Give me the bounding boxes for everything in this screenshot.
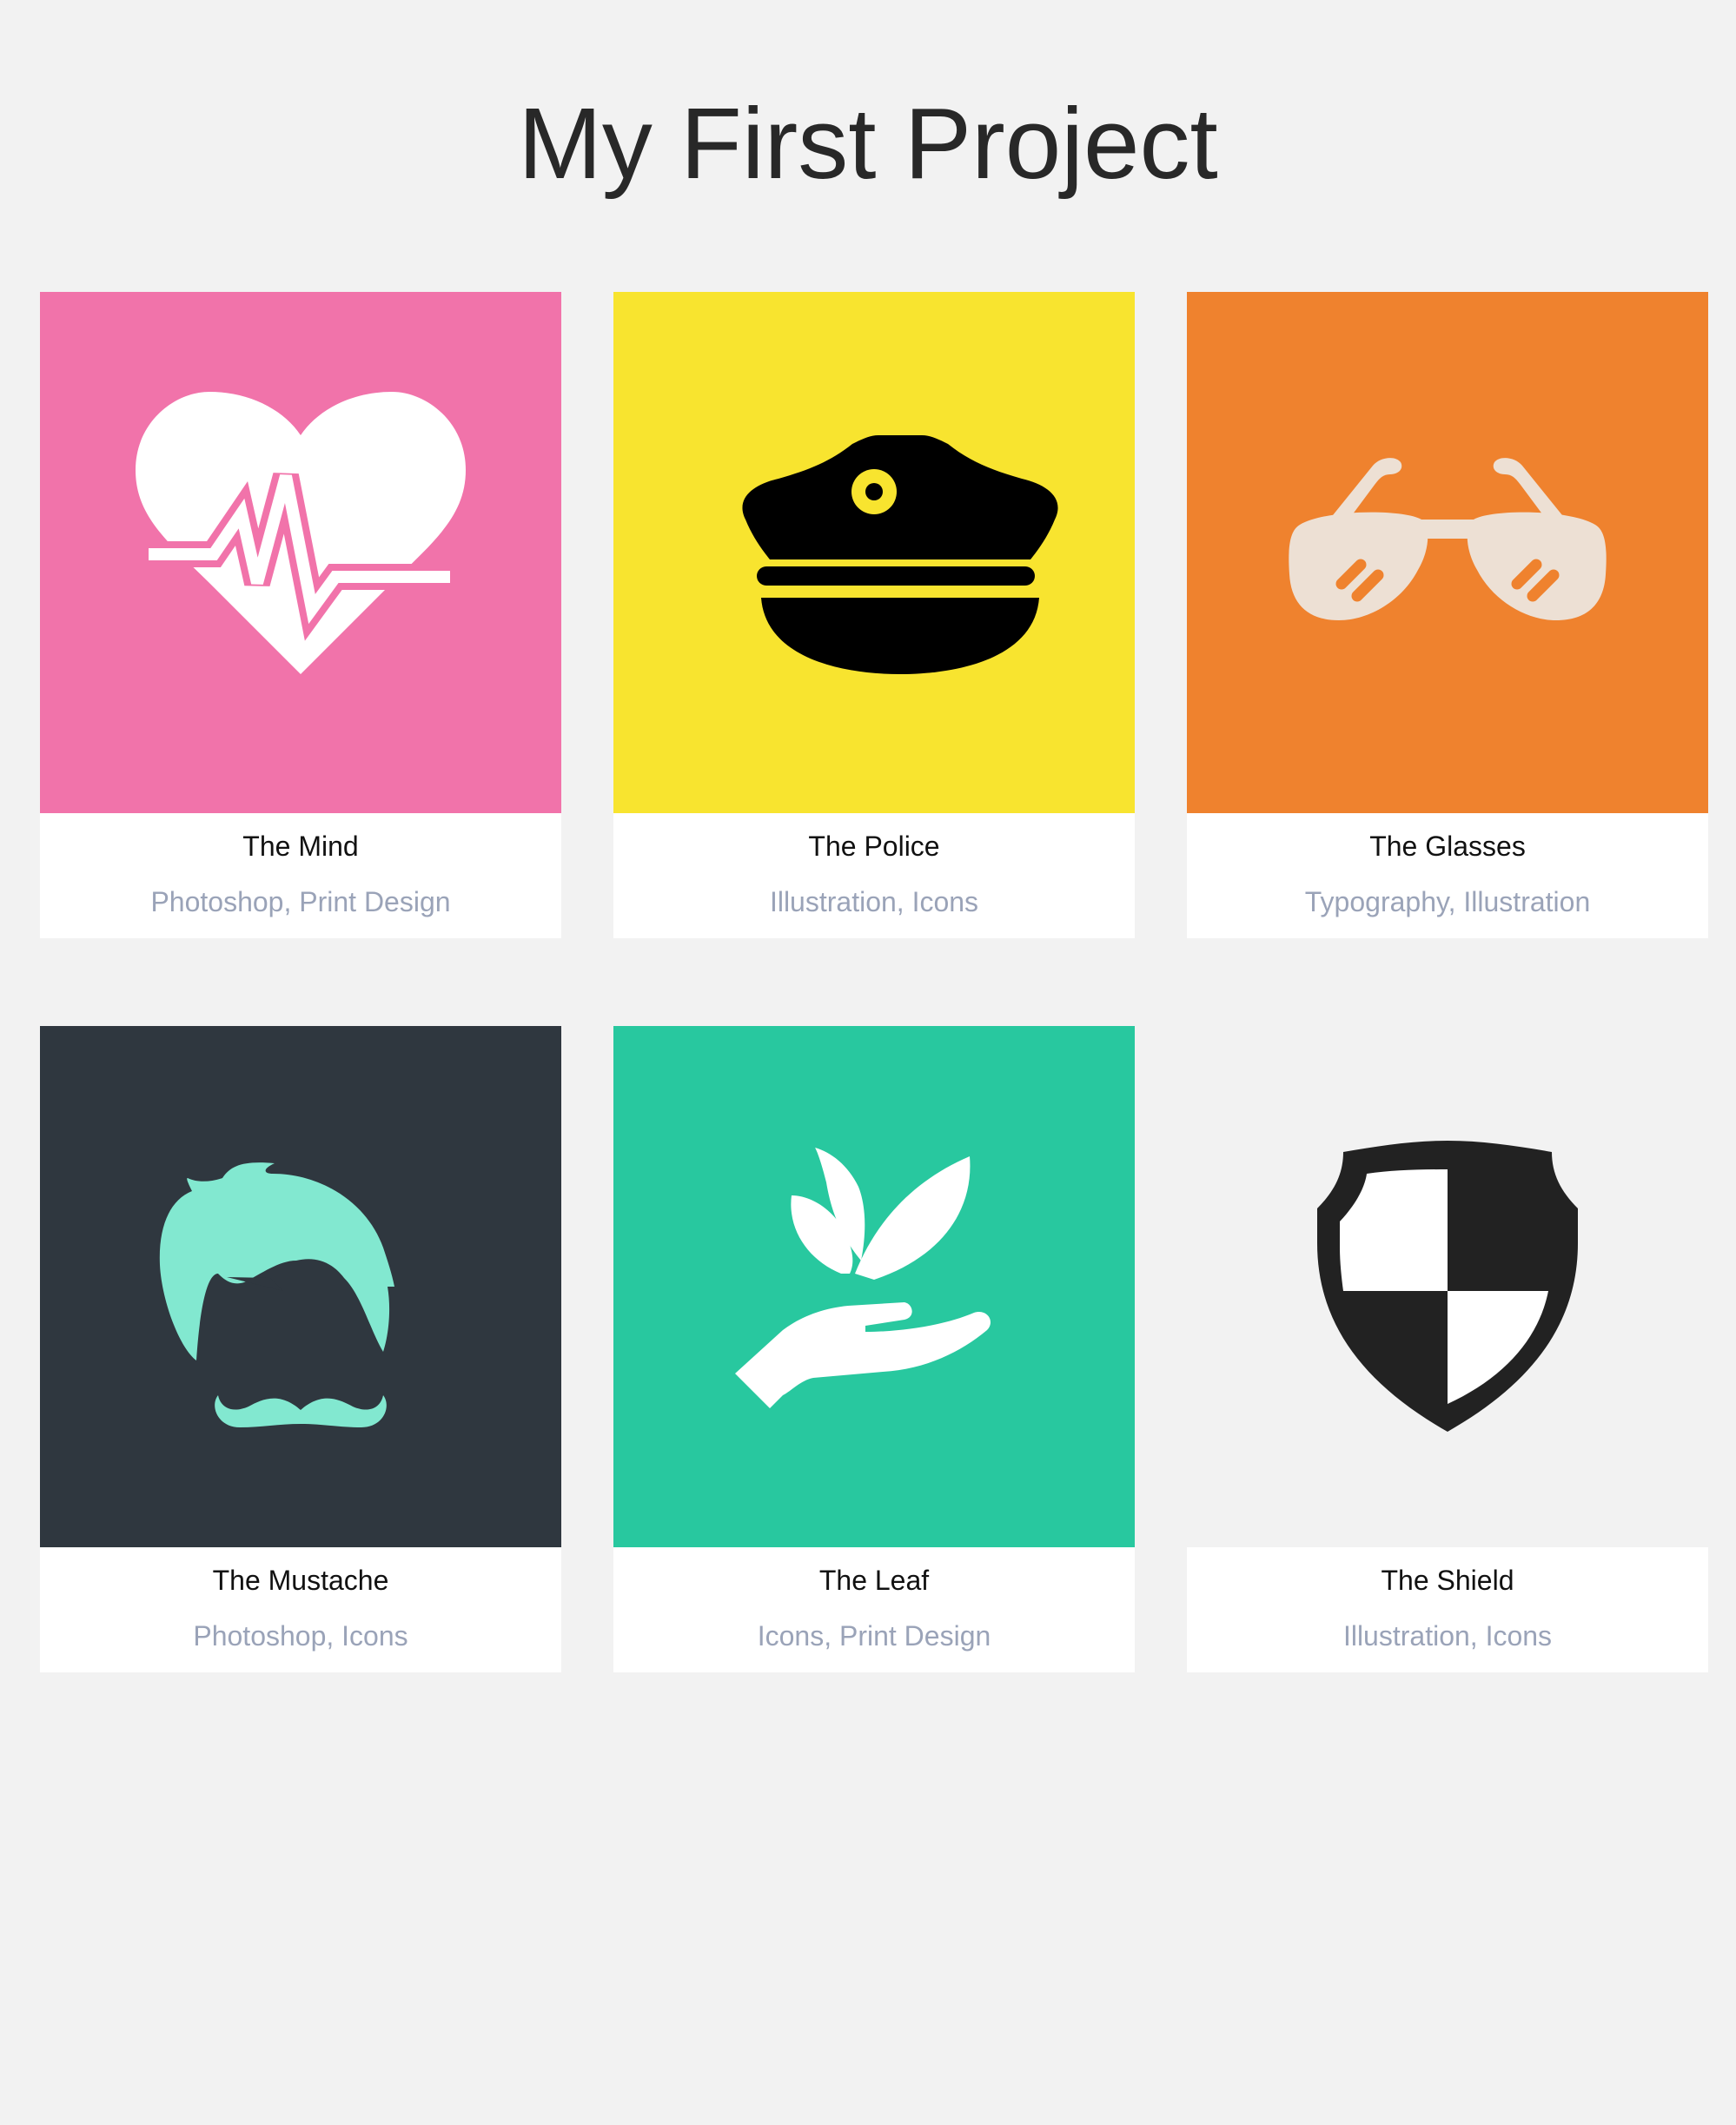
- project-card-the-leaf[interactable]: The Leaf Icons, Print Design: [613, 1026, 1135, 1672]
- page-title: My First Project: [518, 87, 1218, 200]
- leaf-hand-icon: [735, 1148, 991, 1408]
- card-thumbnail[interactable]: [1187, 292, 1708, 813]
- project-card-the-mind[interactable]: The Mind Photoshop, Print Design: [40, 292, 561, 938]
- project-card-the-shield[interactable]: The Shield Illustration, Icons: [1187, 1026, 1708, 1672]
- project-grid: The Mind Photoshop, Print Design The Pol…: [40, 292, 1708, 1672]
- card-tags: Photoshop, Print Design: [150, 886, 451, 917]
- card-title[interactable]: The Mustache: [40, 1563, 561, 1598]
- card-thumbnail[interactable]: [1187, 1026, 1708, 1547]
- card-thumbnail[interactable]: [613, 292, 1135, 813]
- card-title[interactable]: The Mind: [40, 829, 561, 864]
- card-tags: Icons, Print Design: [757, 1620, 991, 1652]
- card-title[interactable]: The Leaf: [613, 1563, 1135, 1598]
- card-caption: The Mind Photoshop, Print Design: [40, 813, 561, 938]
- card-caption: The Leaf Icons, Print Design: [613, 1547, 1135, 1672]
- card-tags: Illustration, Icons: [1342, 1620, 1553, 1652]
- project-card-the-mustache[interactable]: The Mustache Photoshop, Icons: [40, 1026, 561, 1672]
- shield-icon: [1317, 1141, 1578, 1432]
- card-thumbnail[interactable]: [40, 1026, 561, 1547]
- heartbeat-icon: [136, 392, 466, 674]
- sunglasses-icon: [1289, 458, 1607, 620]
- card-title[interactable]: The Police: [613, 829, 1135, 864]
- card-tags: Photoshop, Icons: [193, 1620, 408, 1652]
- card-title[interactable]: The Shield: [1187, 1563, 1708, 1598]
- card-caption: The Police Illustration, Icons: [613, 813, 1135, 938]
- card-caption: The Glasses Typography, Illustration: [1187, 813, 1708, 938]
- card-title[interactable]: The Glasses: [1187, 829, 1708, 864]
- card-caption: The Shield Illustration, Icons: [1187, 1547, 1708, 1672]
- mustache-icon: [159, 1162, 394, 1427]
- card-caption: The Mustache Photoshop, Icons: [40, 1547, 561, 1672]
- project-card-the-glasses[interactable]: The Glasses Typography, Illustration: [1187, 292, 1708, 938]
- police-cap-icon: [742, 435, 1058, 674]
- card-tags: Illustration, Icons: [769, 886, 979, 917]
- card-thumbnail[interactable]: [613, 1026, 1135, 1547]
- card-thumbnail[interactable]: [40, 292, 561, 813]
- project-card-the-police[interactable]: The Police Illustration, Icons: [613, 292, 1135, 938]
- card-tags: Typography, Illustration: [1304, 886, 1591, 917]
